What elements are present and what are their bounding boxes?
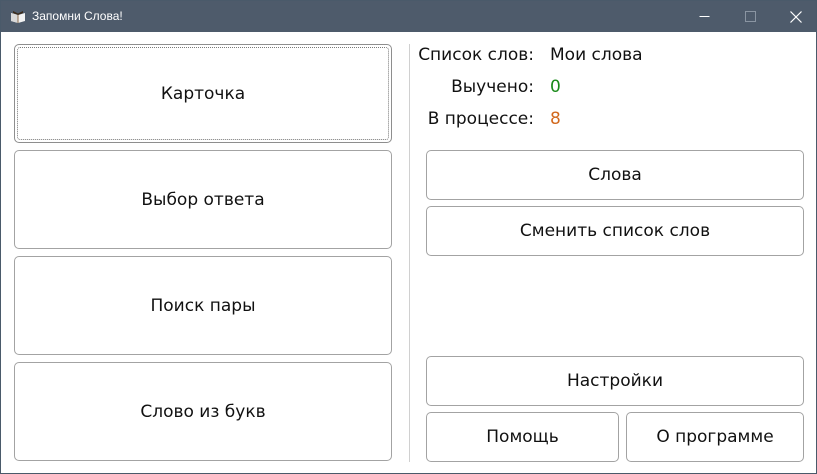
app-window: Запомни Слова! Карточка Выбор ответа Пои… bbox=[0, 0, 817, 474]
minimize-icon bbox=[699, 16, 709, 17]
letters-mode-button[interactable]: Слово из букв bbox=[14, 362, 392, 461]
card-mode-button[interactable]: Карточка bbox=[14, 44, 392, 143]
close-button[interactable] bbox=[773, 1, 816, 32]
book-icon bbox=[11, 11, 25, 23]
help-button[interactable]: Помощь bbox=[426, 412, 619, 462]
words-button[interactable]: Слова bbox=[426, 150, 804, 200]
column-divider bbox=[409, 44, 410, 462]
minimize-button[interactable] bbox=[681, 1, 727, 32]
close-icon bbox=[790, 10, 802, 23]
maximize-icon bbox=[744, 11, 756, 22]
word-list-value: Мои слова bbox=[550, 45, 643, 65]
title-bar[interactable]: Запомни Слова! bbox=[1, 1, 816, 32]
window-title: Запомни Слова! bbox=[32, 9, 123, 23]
in-progress-count: 8 bbox=[550, 109, 561, 129]
change-list-button[interactable]: Сменить список слов bbox=[426, 206, 804, 256]
about-button[interactable]: О программе bbox=[626, 412, 804, 462]
settings-button[interactable]: Настройки bbox=[426, 356, 804, 406]
word-list-label: Список слов: bbox=[418, 45, 534, 65]
in-progress-label: В процессе: bbox=[427, 109, 534, 129]
main-content: Карточка Выбор ответа Поиск пары Слово и… bbox=[1, 32, 816, 473]
pairs-mode-button[interactable]: Поиск пары bbox=[14, 256, 392, 355]
maximize-button bbox=[727, 1, 773, 32]
choice-mode-button[interactable]: Выбор ответа bbox=[14, 150, 392, 249]
learned-label: Выучено: bbox=[451, 77, 534, 97]
learned-count: 0 bbox=[550, 77, 561, 97]
